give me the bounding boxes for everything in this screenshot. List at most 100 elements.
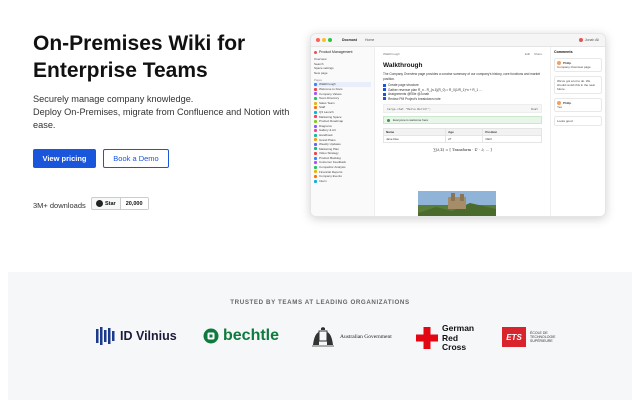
- id-vilnius-logo-icon: [96, 327, 115, 345]
- hero-subtitle: Securely manage company knowledge. Deplo…: [33, 93, 303, 132]
- page-icon: [314, 165, 317, 169]
- page-icon: [314, 147, 317, 151]
- bechtle-logo-icon: [203, 328, 219, 344]
- page-icon: [314, 133, 317, 137]
- comments-panel: Comments Philip Company Overview page We'v…: [550, 47, 605, 216]
- comment-card[interactable]: Looks good: [554, 116, 602, 126]
- user-menu[interactable]: Jonah Ali: [578, 38, 599, 42]
- app-tab-home[interactable]: Home: [365, 38, 374, 42]
- app-titlebar: Docmost Home Jonah Ali: [311, 34, 605, 47]
- code-language[interactable]: Rust: [531, 107, 538, 111]
- hero-section: On-Premises Wiki for Enterprise Teams Se…: [0, 0, 640, 272]
- workspace-name: Product Management: [319, 50, 353, 54]
- workspace-switcher[interactable]: Product Management: [314, 50, 371, 54]
- german-red-cross-logo: German Red Cross: [416, 323, 474, 353]
- share-button[interactable]: Share: [534, 52, 542, 56]
- page-icon: [314, 138, 317, 142]
- comment-author: Philip: [563, 101, 572, 105]
- content-table: Name Age Position Jane Doe 27 CEO: [382, 128, 542, 143]
- comment-text: Company Overview page: [557, 65, 591, 69]
- comment-text: Looks good: [557, 119, 573, 123]
- workspace-icon: [314, 50, 317, 54]
- hero-subtitle-line-2: Deploy On-Premises, migrate from Conflue…: [33, 107, 290, 130]
- table-header: Age: [445, 128, 484, 136]
- task-label: Review PM Project's breakdown note: [388, 96, 441, 101]
- page-editor: Walkthrough Edit Share Walkthrough The C…: [375, 47, 550, 216]
- page-icon: [314, 179, 317, 183]
- downloads-count: 3M+ downloads: [33, 201, 86, 210]
- red-cross-icon: [416, 327, 438, 350]
- window-close-icon: [316, 38, 320, 42]
- window-minimize-icon: [322, 38, 326, 42]
- trusted-by-section: TRUSTED BY TEAMS AT LEADING ORGANIZATION…: [8, 272, 632, 400]
- ets-text: ÉCOLE DE TECHNOLOGIE SUPÉRIEURE: [530, 331, 556, 343]
- code-block: Cargo.chat "Hello World!"; Rust: [383, 104, 542, 113]
- australian-government-wordmark: Australian Government: [340, 334, 392, 340]
- hero-headline: On-Premises Wiki for Enterprise Teams: [33, 32, 246, 82]
- view-pricing-button[interactable]: View pricing: [33, 149, 96, 168]
- page-icon: [314, 175, 317, 179]
- comment-card[interactable]: Philip Company Overview page: [554, 58, 602, 72]
- sidebar-page-item[interactable]: Intern: [314, 179, 371, 184]
- avatar: [578, 38, 583, 42]
- app-sidebar: Product Management Overview Search Space s…: [311, 47, 375, 216]
- page-icon: [314, 106, 317, 110]
- page-icon: [314, 129, 317, 133]
- page-icon: [314, 110, 317, 114]
- task-item: Review PM Project's breakdown note: [383, 97, 542, 102]
- page-title: Walkthrough: [383, 62, 423, 69]
- github-icon: [96, 200, 103, 207]
- page-icon: [314, 152, 317, 156]
- sidebar-nav-item[interactable]: New page: [314, 71, 371, 76]
- checkbox-icon[interactable]: [383, 97, 386, 101]
- callout-text: Everyone is welcome here: [393, 118, 429, 122]
- checkbox-icon[interactable]: [383, 83, 386, 87]
- id-vilnius-logo: ID Vilnius: [96, 327, 177, 345]
- page-icon: [314, 156, 317, 160]
- window-maximize-icon: [328, 38, 332, 42]
- castle-photo: [418, 191, 496, 216]
- page-icon: [314, 92, 317, 96]
- breadcrumb[interactable]: Walkthrough: [383, 52, 400, 56]
- grc-line-3: Cross: [442, 342, 467, 352]
- trusted-label: TRUSTED BY TEAMS AT LEADING ORGANIZATION…: [230, 299, 410, 306]
- math-formula: ∑(∂,Σ) = [ Transform · Σ' · ∂, ... ]: [433, 148, 492, 152]
- id-vilnius-wordmark: ID Vilnius: [120, 329, 177, 343]
- coat-of-arms-icon: [312, 327, 334, 347]
- page-intro: The Company Overview page provides a con…: [383, 72, 540, 81]
- hero-subtitle-line-1: Securely manage company knowledge.: [33, 94, 194, 104]
- checkbox-icon[interactable]: [383, 88, 386, 92]
- page-icon: [314, 119, 317, 123]
- comment-text: Yes: [557, 105, 562, 109]
- github-star-count: 20,000: [120, 198, 148, 209]
- page-icon: [314, 87, 317, 91]
- ets-logo: ETS ÉCOLE DE TECHNOLOGIE SUPÉRIEURE: [502, 327, 556, 347]
- app-brand: Docmost: [342, 38, 357, 42]
- checkbox-icon[interactable]: [383, 92, 386, 96]
- table-row: Jane Doe 27 CEO: [382, 135, 542, 143]
- page-icon: [314, 161, 317, 165]
- table-header: Name: [382, 128, 447, 136]
- comments-title: Comments: [554, 50, 573, 54]
- page-icon: [314, 142, 317, 146]
- page-icon: [314, 124, 317, 128]
- app-screenshot: Docmost Home Jonah Ali Product Managemen…: [310, 33, 606, 217]
- page-icon: [314, 170, 317, 174]
- comment-card[interactable]: Philip Yes: [554, 98, 602, 112]
- comment-text: We've got a lot to do. We should revisit…: [557, 79, 596, 91]
- check-icon: [387, 118, 390, 122]
- sidebar-page-label: Intern: [319, 178, 327, 183]
- github-star-label: Star: [105, 200, 116, 207]
- page-icon: [314, 83, 317, 87]
- ets-mark: ETS: [502, 327, 526, 347]
- page-icon: [314, 96, 317, 100]
- github-star-button[interactable]: Star 20,000: [91, 197, 149, 210]
- comment-card[interactable]: We've got a lot to do. We should revisit…: [554, 76, 602, 94]
- page-icon: [314, 115, 317, 119]
- code-line: Cargo.chat "Hello World!";: [387, 107, 431, 111]
- page-icon: [314, 101, 317, 105]
- bechtle-logo: bechtle: [203, 327, 279, 345]
- edit-button[interactable]: Edit: [525, 52, 530, 56]
- book-demo-button[interactable]: Book a Demo: [103, 149, 169, 168]
- australian-government-logo: Australian Government: [310, 327, 392, 347]
